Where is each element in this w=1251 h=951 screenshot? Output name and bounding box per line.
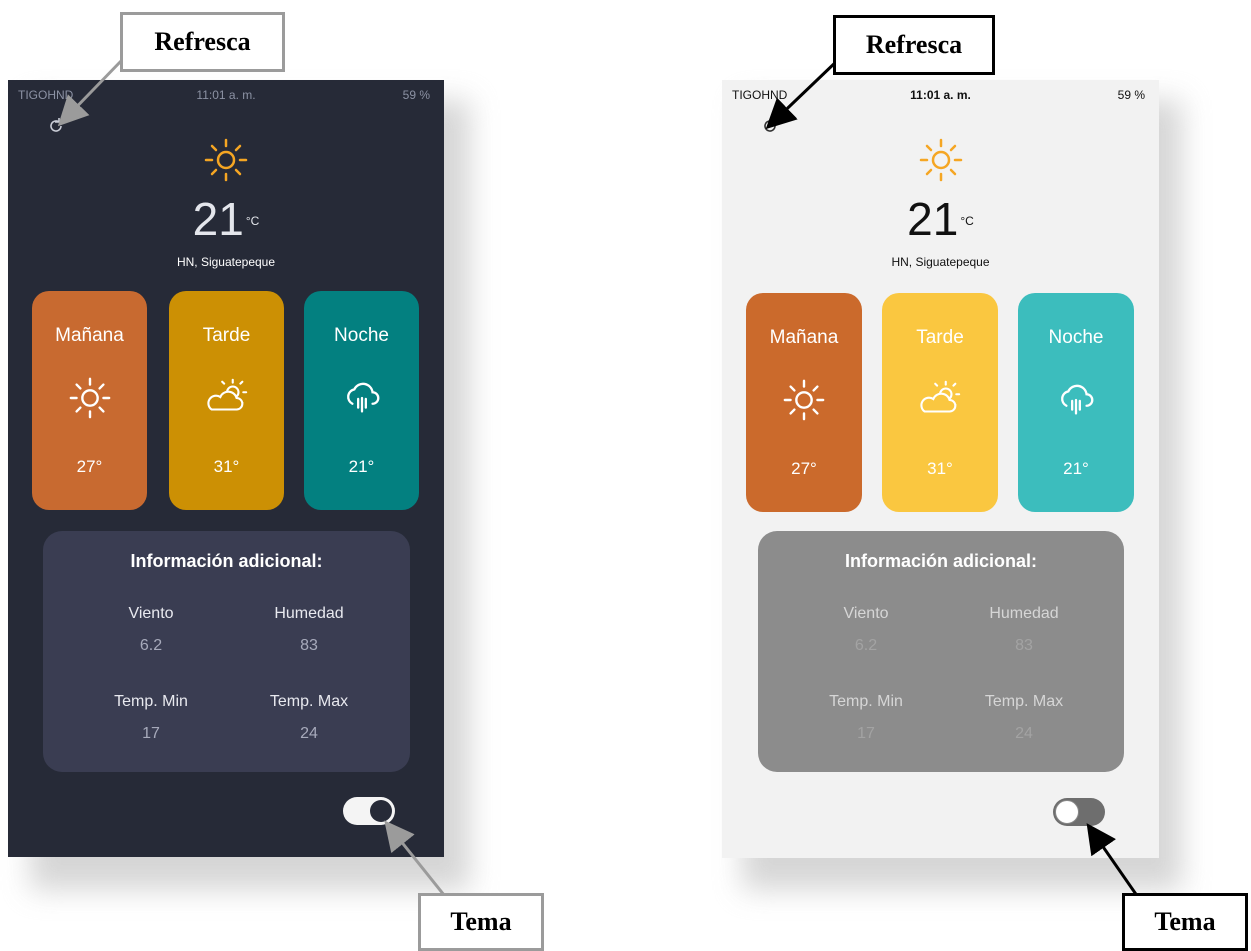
callout-arrows [57, 58, 1142, 901]
theme-callout-dark: Tema [418, 893, 544, 951]
theme-arrow-dark [384, 820, 450, 901]
theme-callout-light: Tema [1122, 893, 1248, 951]
theme-arrow-light [1086, 823, 1142, 901]
refresh-arrow-light [765, 58, 840, 130]
refresh-arrow-dark [57, 58, 124, 127]
refresh-callout-dark: Refresca [120, 12, 285, 72]
refresh-callout-light: Refresca [833, 15, 995, 75]
